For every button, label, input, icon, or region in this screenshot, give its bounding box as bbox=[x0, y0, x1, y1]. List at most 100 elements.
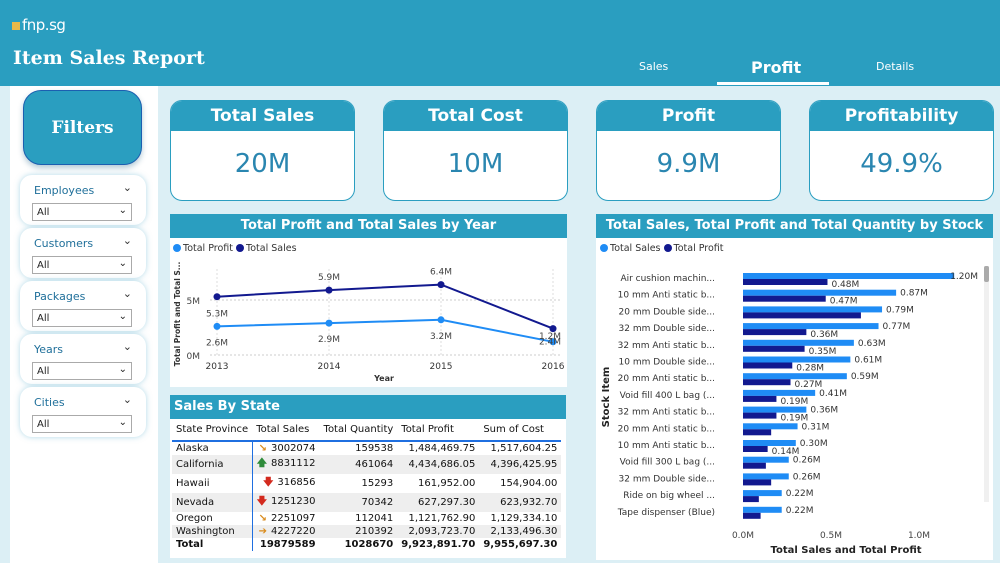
sales-bar bbox=[743, 440, 796, 446]
category-label: 20 mm Double side... bbox=[619, 307, 715, 317]
filter-dropdown[interactable]: All ⌄ bbox=[32, 309, 132, 327]
filter-label: Customers bbox=[34, 237, 94, 250]
data-label: 2.4M bbox=[539, 338, 561, 348]
column-header[interactable]: Sum of Cost bbox=[479, 419, 561, 441]
kpi-card: Total Cost 10M bbox=[383, 100, 568, 201]
data-point bbox=[325, 319, 333, 327]
category-label: 32 mm Double side... bbox=[619, 324, 715, 334]
tab-details[interactable]: Details bbox=[876, 60, 914, 73]
sales-cell: 2251097 bbox=[270, 513, 316, 524]
profit-bar bbox=[743, 462, 766, 469]
filters-button[interactable]: Filters bbox=[23, 90, 142, 165]
chevron-down-icon: ⌄ bbox=[118, 364, 127, 375]
page-title: Item Sales Report bbox=[13, 47, 205, 69]
category-label: 20 mm Anti static b... bbox=[618, 374, 715, 384]
sales-label: 0.61M bbox=[854, 356, 882, 366]
series-line bbox=[216, 318, 554, 343]
filter-dropdown[interactable]: All ⌄ bbox=[32, 415, 132, 433]
x-axis-title: Total Sales and Total Profit bbox=[770, 545, 921, 556]
kpi-card: Profitability 49.9% bbox=[809, 100, 994, 201]
category-label: Ride on big wheel ... bbox=[623, 491, 715, 501]
quantity-cell: 159538 bbox=[355, 443, 394, 454]
kpi-value: 20M bbox=[234, 149, 291, 179]
profit-cell: 4,434,686.05 bbox=[408, 459, 476, 470]
profit-bar bbox=[743, 379, 791, 386]
data-label: 3.2M bbox=[430, 332, 452, 342]
logo-text: fnp.sg bbox=[22, 16, 66, 34]
sales-cell: 4227220 bbox=[270, 526, 316, 537]
trend-down-icon: 🡇 bbox=[263, 477, 274, 488]
category-label: Void fill 300 L bag (... bbox=[620, 458, 715, 468]
state-cell: Nevada bbox=[172, 493, 253, 512]
table-row: Hawaii 🡇 316856 15293 161,952.00 154,904.00 bbox=[172, 474, 561, 493]
cost-cell: 1,517,604.25 bbox=[490, 443, 558, 454]
state-cell: Oregon bbox=[172, 512, 253, 525]
total-quantity: 1028670 bbox=[344, 539, 394, 550]
profit-bar bbox=[743, 496, 759, 503]
cost-cell: 154,904.00 bbox=[500, 478, 558, 489]
filter-dropdown[interactable]: All ⌄ bbox=[32, 256, 132, 274]
profit-bar bbox=[743, 429, 772, 436]
chevron-down-icon[interactable]: ⌄ bbox=[123, 181, 132, 194]
table-row: Nevada 🡇 1251230 70342 627,297.30 623,932.70 bbox=[172, 493, 562, 512]
cost-cell: 2,133,496.30 bbox=[490, 526, 558, 537]
filter-customers: Customers ⌄ All ⌄ bbox=[20, 228, 146, 278]
tab-profit[interactable]: Profit bbox=[751, 58, 801, 77]
line-chart: 0M 5M 2013 2014 2015 2016 Year Total Profit and… bbox=[173, 262, 565, 383]
profit-bar bbox=[743, 329, 807, 336]
profit-bar bbox=[743, 512, 761, 519]
sales-label: 0.79M bbox=[886, 305, 914, 315]
profit-cell: 1,121,762.90 bbox=[408, 513, 476, 524]
sales-cell: 3002074 bbox=[270, 443, 316, 454]
table-row: Washington ➔ 4227220 210392 2,093,723.70 2,13… bbox=[172, 525, 562, 538]
sales-bar bbox=[743, 456, 789, 463]
total-label: Total bbox=[172, 538, 253, 551]
chevron-down-icon: ⌄ bbox=[118, 417, 127, 428]
logo: fnp.sg bbox=[12, 16, 66, 34]
filter-dropdown[interactable]: All ⌄ bbox=[32, 362, 132, 380]
chevron-down-icon: ⌄ bbox=[118, 311, 127, 322]
sales-bar bbox=[743, 273, 955, 279]
filter-label: Cities bbox=[34, 396, 65, 409]
profit-bar bbox=[743, 295, 826, 302]
chevron-down-icon[interactable]: ⌄ bbox=[123, 340, 132, 353]
chevron-down-icon: ⌄ bbox=[118, 258, 127, 269]
x-tick-label: 1.0M bbox=[908, 531, 930, 541]
quantity-cell: 70342 bbox=[361, 497, 394, 508]
column-header[interactable]: State Province bbox=[172, 419, 252, 441]
sales-label: 0.30M bbox=[800, 439, 828, 449]
category-label: 10 mm Anti static b... bbox=[618, 441, 715, 451]
profit-bar bbox=[743, 279, 828, 285]
dropdown-value: All bbox=[37, 419, 50, 430]
chevron-down-icon[interactable]: ⌄ bbox=[123, 393, 132, 406]
profit-cell: 2,093,723.70 bbox=[408, 526, 476, 537]
column-header[interactable]: Total Quantity bbox=[320, 419, 398, 441]
trend-down-right-icon: ↘ bbox=[258, 513, 267, 524]
filter-label: Years bbox=[34, 343, 64, 356]
column-header[interactable]: Total Profit bbox=[397, 419, 479, 441]
kpi-label: Profitability bbox=[810, 101, 993, 131]
category-label: Tape dispenser (Blue) bbox=[617, 508, 715, 518]
category-label: 20 mm Anti static b... bbox=[618, 424, 715, 434]
sales-bar bbox=[743, 306, 883, 313]
kpi-card: Total Sales 20M bbox=[170, 100, 355, 201]
tab-sales[interactable]: Sales bbox=[639, 60, 668, 73]
x-tick-label: 2013 bbox=[206, 362, 229, 372]
state-cell: Alaska bbox=[172, 441, 253, 455]
profit-cell: 1,484,469.75 bbox=[408, 443, 476, 454]
y-tick-label: 5M bbox=[187, 297, 201, 307]
kpi-label: Profit bbox=[597, 101, 780, 131]
sales-bar bbox=[743, 323, 879, 330]
y-tick-label: 0M bbox=[187, 352, 201, 362]
quantity-cell: 112041 bbox=[355, 513, 394, 524]
state-cell: Washington bbox=[172, 525, 253, 538]
chevron-down-icon[interactable]: ⌄ bbox=[123, 287, 132, 300]
profit-bar bbox=[743, 362, 793, 369]
profit-label: 0.48M bbox=[831, 280, 859, 290]
category-label: 32 mm Anti static b... bbox=[618, 408, 715, 418]
column-header[interactable]: Total Sales bbox=[252, 419, 319, 441]
data-label: 5.9M bbox=[318, 273, 340, 283]
filter-dropdown[interactable]: All ⌄ bbox=[32, 203, 132, 221]
chevron-down-icon[interactable]: ⌄ bbox=[123, 234, 132, 247]
profit-bar bbox=[743, 312, 861, 319]
